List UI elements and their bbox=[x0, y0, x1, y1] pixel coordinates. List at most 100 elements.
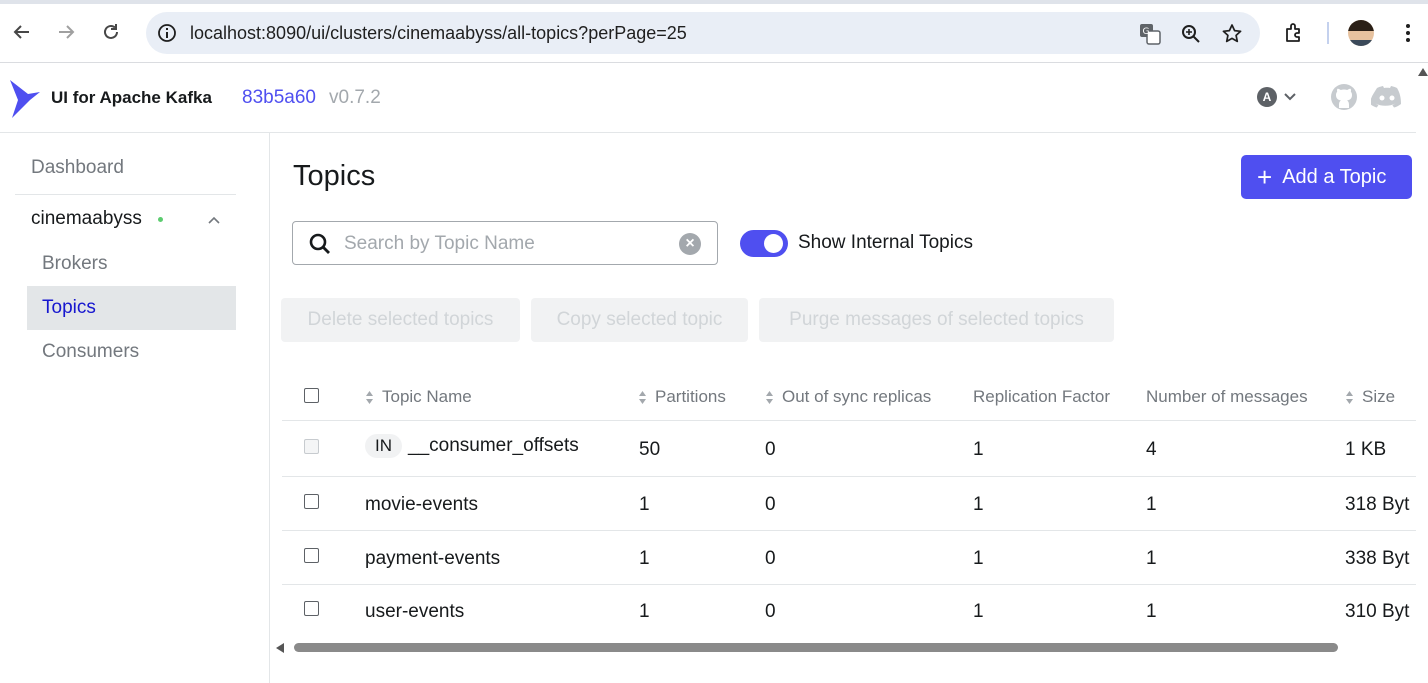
user-avatar[interactable]: A bbox=[1257, 87, 1277, 107]
sort-icon bbox=[366, 390, 373, 404]
messages-cell: 1 bbox=[1146, 601, 1157, 622]
clear-search-icon[interactable]: × bbox=[679, 233, 701, 255]
horizontal-scrollbar[interactable] bbox=[294, 643, 1338, 652]
browser-menu-icon[interactable] bbox=[1398, 20, 1418, 46]
purge-messages-button[interactable]: Purge messages of selected topics bbox=[759, 298, 1114, 342]
size-cell: 318 Byt bbox=[1345, 494, 1410, 515]
app-header: UI for Apache Kafka 83b5a60 v0.7.2 A bbox=[0, 63, 1416, 133]
col-topic-name[interactable]: Topic Name bbox=[365, 387, 472, 407]
messages-cell: 1 bbox=[1146, 494, 1157, 515]
col-messages-label: Number of messages bbox=[1146, 387, 1308, 406]
site-info-icon[interactable] bbox=[156, 22, 178, 44]
row-checkbox[interactable] bbox=[304, 601, 319, 616]
sort-icon bbox=[766, 390, 773, 404]
cluster-online-dot bbox=[158, 217, 163, 222]
sidebar-item-brokers[interactable]: Brokers bbox=[27, 242, 236, 286]
sidebar-cluster-name[interactable]: cinemaabyss bbox=[31, 208, 142, 230]
sidebar-item-consumers[interactable]: Consumers bbox=[27, 330, 236, 374]
topics-table: Topic Name Partitions Out of sync replic… bbox=[282, 372, 1416, 640]
sidebar: Dashboard cinemaabyss Brokers Topics Con… bbox=[0, 133, 270, 683]
table-row[interactable]: IN __consumer_offsets 50 0 1 4 1 KB bbox=[282, 420, 1416, 477]
svg-text:G: G bbox=[1143, 27, 1150, 37]
out-of-sync-cell: 0 bbox=[765, 548, 776, 569]
chevron-down-icon[interactable] bbox=[1283, 92, 1297, 102]
user-menu[interactable]: A bbox=[1257, 87, 1297, 107]
out-of-sync-cell: 0 bbox=[765, 494, 776, 515]
row-checkbox[interactable] bbox=[304, 548, 319, 563]
table-row[interactable]: payment-events 1 0 1 1 338 Byt bbox=[282, 530, 1416, 585]
sort-icon bbox=[639, 390, 646, 404]
scroll-up-arrow[interactable] bbox=[1418, 68, 1428, 76]
partitions-cell: 50 bbox=[639, 439, 661, 460]
toggle-label: Show Internal Topics bbox=[798, 232, 973, 253]
show-internal-topics-toggle[interactable] bbox=[740, 230, 788, 257]
tab-strip-edge bbox=[0, 0, 1428, 4]
size-cell: 338 Byt bbox=[1345, 548, 1410, 569]
internal-tag: IN bbox=[365, 434, 402, 458]
back-icon[interactable] bbox=[8, 18, 36, 46]
col-partitions[interactable]: Partitions bbox=[638, 387, 726, 407]
topic-name[interactable]: payment-events bbox=[365, 548, 500, 570]
search-input[interactable]: Search by Topic Name × bbox=[292, 221, 718, 265]
translate-icon[interactable]: G bbox=[1138, 22, 1162, 46]
topic-name[interactable]: user-events bbox=[365, 601, 464, 623]
topic-name[interactable]: movie-events bbox=[365, 494, 478, 516]
sidebar-divider bbox=[15, 194, 236, 195]
search-placeholder: Search by Topic Name bbox=[344, 233, 535, 254]
out-of-sync-cell: 0 bbox=[765, 601, 776, 622]
replication-cell: 1 bbox=[973, 494, 984, 515]
col-replication-factor: Replication Factor bbox=[973, 387, 1110, 407]
commit-link[interactable]: 83b5a60 bbox=[242, 87, 316, 109]
profile-avatar[interactable] bbox=[1348, 20, 1374, 46]
table-row[interactable]: movie-events 1 0 1 1 318 Byt bbox=[282, 476, 1416, 531]
col-out-of-sync[interactable]: Out of sync replicas bbox=[765, 387, 931, 407]
partitions-cell: 1 bbox=[639, 601, 650, 622]
messages-cell: 1 bbox=[1146, 548, 1157, 569]
github-icon[interactable] bbox=[1330, 83, 1358, 111]
col-partitions-label: Partitions bbox=[655, 387, 726, 406]
copy-selected-button[interactable]: Copy selected topic bbox=[531, 298, 748, 342]
table-row[interactable]: user-events 1 0 1 1 310 Byt bbox=[282, 584, 1416, 640]
kafka-logo-icon[interactable] bbox=[8, 78, 42, 123]
sidebar-item-topics[interactable]: Topics bbox=[27, 286, 236, 330]
url-text[interactable]: localhost:8090/ui/clusters/cinemaabyss/a… bbox=[190, 23, 687, 44]
replication-cell: 1 bbox=[973, 548, 984, 569]
row-checkbox[interactable] bbox=[304, 494, 319, 509]
add-topic-label: Add a Topic bbox=[1282, 165, 1387, 188]
bookmark-star-icon[interactable] bbox=[1220, 22, 1244, 46]
address-bar[interactable]: localhost:8090/ui/clusters/cinemaabyss/a… bbox=[146, 12, 1260, 54]
discord-icon[interactable] bbox=[1370, 85, 1403, 111]
app-brand[interactable]: UI for Apache Kafka bbox=[51, 88, 212, 108]
col-out-of-sync-label: Out of sync replicas bbox=[782, 387, 932, 406]
delete-selected-button[interactable]: Delete selected topics bbox=[281, 298, 520, 342]
page-title: Topics bbox=[293, 160, 376, 192]
zoom-icon[interactable] bbox=[1179, 22, 1203, 46]
topic-name[interactable]: __consumer_offsets bbox=[408, 435, 579, 456]
replication-cell: 1 bbox=[973, 439, 984, 460]
select-all-checkbox[interactable] bbox=[304, 388, 319, 403]
size-cell: 1 KB bbox=[1345, 439, 1387, 460]
forward-icon[interactable] bbox=[52, 18, 80, 46]
sidebar-item-dashboard[interactable]: Dashboard bbox=[31, 157, 124, 179]
extensions-icon[interactable] bbox=[1282, 20, 1308, 46]
col-number-of-messages: Number of messages bbox=[1146, 387, 1308, 407]
sort-icon bbox=[1346, 390, 1353, 404]
col-size[interactable]: Size bbox=[1345, 387, 1395, 407]
messages-cell: 4 bbox=[1146, 439, 1157, 460]
col-replication-label: Replication Factor bbox=[973, 387, 1111, 406]
replication-cell: 1 bbox=[973, 601, 984, 622]
col-topic-name-label: Topic Name bbox=[382, 387, 472, 406]
toolbar-separator bbox=[1327, 22, 1329, 44]
size-cell: 310 Byt bbox=[1345, 601, 1410, 622]
search-icon bbox=[309, 233, 330, 254]
browser-toolbar: localhost:8090/ui/clusters/cinemaabyss/a… bbox=[0, 0, 1428, 63]
scroll-left-arrow[interactable] bbox=[276, 643, 284, 653]
topic-name-cell[interactable]: IN __consumer_offsets bbox=[365, 434, 579, 458]
add-topic-button[interactable]: + Add a Topic bbox=[1241, 155, 1412, 199]
col-size-label: Size bbox=[1362, 387, 1396, 406]
reload-icon[interactable] bbox=[97, 18, 125, 46]
out-of-sync-cell: 0 bbox=[765, 439, 776, 460]
chevron-up-icon[interactable] bbox=[206, 213, 222, 227]
partitions-cell: 1 bbox=[639, 494, 650, 515]
plus-icon: + bbox=[1257, 162, 1273, 192]
